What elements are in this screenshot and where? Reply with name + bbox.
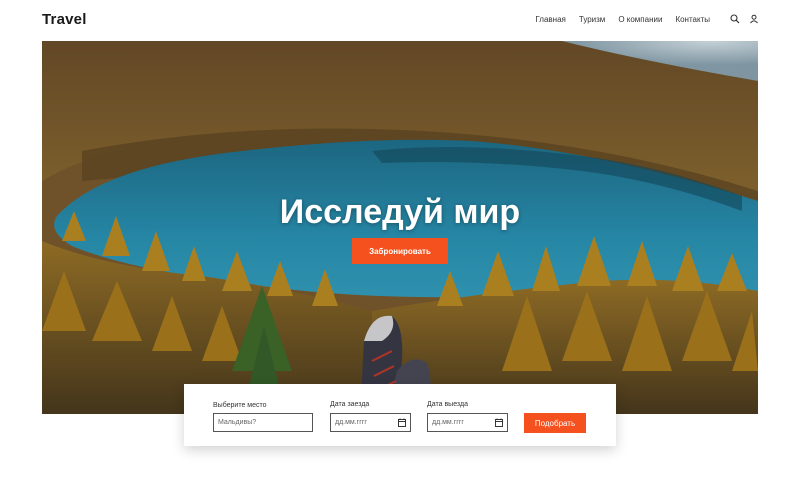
- nav-item-home[interactable]: Главная: [535, 15, 565, 24]
- nav-item-tourism[interactable]: Туризм: [579, 15, 605, 24]
- book-button[interactable]: Забронировать: [352, 238, 448, 264]
- calendar-icon[interactable]: [495, 418, 503, 427]
- checkout-date-value: дд.мм.гггг: [432, 419, 464, 426]
- place-input[interactable]: Мальдивы?: [213, 413, 313, 432]
- nav-item-contacts[interactable]: Контакты: [675, 15, 710, 24]
- main-nav: Главная Туризм О компании Контакты: [535, 15, 710, 24]
- submit-search-button[interactable]: Подобрать: [524, 413, 586, 433]
- calendar-icon[interactable]: [398, 418, 406, 427]
- checkout-date-input[interactable]: дд.мм.гггг: [427, 413, 508, 432]
- checkin-date-value: дд.мм.гггг: [335, 419, 367, 426]
- logo[interactable]: Travel: [42, 11, 87, 28]
- search-panel: Выберите место Мальдивы? Дата заезда дд.…: [184, 384, 616, 446]
- site-header: Travel Главная Туризм О компании Контакт…: [0, 0, 800, 40]
- checkin-label: Дата заезда: [330, 401, 370, 408]
- hero-title: Исследуй мир: [279, 193, 521, 231]
- search-icon[interactable]: [730, 14, 740, 24]
- checkout-label: Дата выезда: [427, 401, 468, 408]
- nav-item-about[interactable]: О компании: [618, 15, 662, 24]
- checkin-date-input[interactable]: дд.мм.гггг: [330, 413, 411, 432]
- user-icon[interactable]: [749, 14, 759, 24]
- place-label: Выберите место: [213, 402, 267, 409]
- hero-banner: Исследуй мир Забронировать: [42, 41, 758, 414]
